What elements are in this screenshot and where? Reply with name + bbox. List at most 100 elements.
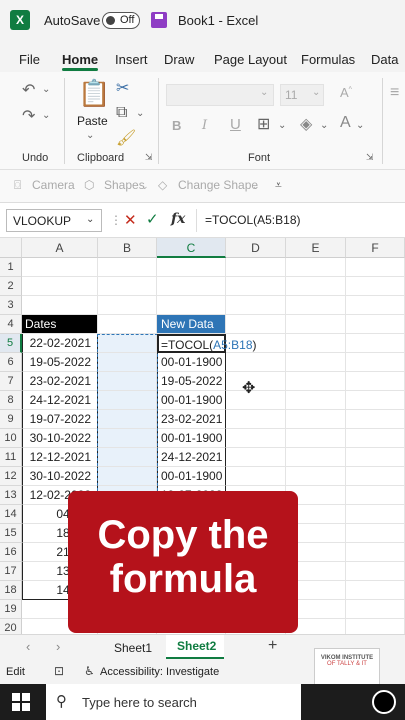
row-header[interactable]: 2 [0,277,22,296]
chevron-down-icon[interactable]: ⌄ [356,120,364,131]
cell-F5[interactable] [346,334,405,353]
chevron-down-icon[interactable]: ⌄ [42,110,50,121]
cell-B7[interactable] [98,372,157,391]
row-header[interactable]: 11 [0,448,22,467]
row-header[interactable]: 13 [0,486,22,505]
column-header[interactable]: D [226,238,286,258]
shapes-button[interactable]: Shapes [104,178,145,192]
cortana-icon[interactable] [372,690,396,714]
cell-B5[interactable] [98,334,157,353]
cell-B2[interactable] [98,277,157,296]
cell-F12[interactable] [346,467,405,486]
accessibility-icon[interactable]: ♿ [84,664,95,678]
cell-A9[interactable]: 19-07-2022 [22,410,98,429]
cell-D9[interactable] [226,410,286,429]
row-header[interactable]: 10 [0,429,22,448]
row-header[interactable]: 7 [0,372,22,391]
redo-icon[interactable]: ↷ [22,106,35,126]
format-painter-icon[interactable]: 🖌 [116,128,136,148]
cell-D1[interactable] [226,258,286,277]
formula-input[interactable]: =TOCOL(A5:B18) [196,209,402,232]
cell-E8[interactable] [286,391,346,410]
cell-E6[interactable] [286,353,346,372]
chevron-down-icon[interactable]: ⌄ [141,181,149,192]
cell-B3[interactable] [98,296,157,315]
chevron-down-icon[interactable]: ⌄ [260,87,268,98]
tab-formulas[interactable]: Formulas [301,52,355,67]
macro-record-icon[interactable]: ⊡ [54,664,64,678]
row-header[interactable]: 8 [0,391,22,410]
cell-D3[interactable] [226,296,286,315]
add-sheet-button[interactable]: + [268,637,277,655]
cell-C4[interactable]: New Data [157,315,226,334]
row-header[interactable]: 18 [0,581,22,600]
cell-E10[interactable] [286,429,346,448]
cell-C5[interactable]: =TOCOL(A5:B18) [157,334,257,353]
cell-F17[interactable] [346,562,405,581]
customize-toolbar-icon[interactable]: ⩡ [275,178,282,193]
cell-C9[interactable]: 23-02-2021 [157,410,226,429]
cell-F18[interactable] [346,581,405,600]
cell-A2[interactable] [22,277,98,296]
tab-file[interactable]: File [19,52,40,67]
fill-color-icon[interactable]: ◈ [300,114,312,134]
autosave-toggle[interactable]: Off [102,12,140,29]
cell-F9[interactable] [346,410,405,429]
cell-B9[interactable] [98,410,157,429]
cell-C3[interactable] [157,296,226,315]
camera-icon[interactable]: ⌼ [14,178,21,193]
cell-D8[interactable] [226,391,286,410]
accessibility-status[interactable]: Accessibility: Investigate [100,666,219,678]
cell-A3[interactable] [22,296,98,315]
insert-function-icon[interactable]: fx [171,211,185,227]
windows-start-icon[interactable] [12,693,30,711]
row-header[interactable]: 5 [0,334,22,353]
cell-A5[interactable]: 22-02-2021 [22,334,98,353]
paste-icon[interactable]: 📋 [78,78,110,109]
column-header-active[interactable]: C [157,238,226,258]
cell-B10[interactable] [98,429,157,448]
sheet-tab-sheet1[interactable]: Sheet1 [114,641,152,655]
more-options-icon[interactable]: ⋮ [110,213,122,227]
italic-button[interactable]: I [202,118,207,133]
cell-A11[interactable]: 12-12-2021 [22,448,98,467]
tab-insert[interactable]: Insert [115,52,148,67]
change-shape-icon[interactable]: ◇ [158,178,167,192]
cell-B8[interactable] [98,391,157,410]
column-header[interactable]: E [286,238,346,258]
paste-button-label[interactable]: Paste [77,114,108,128]
row-header[interactable]: 16 [0,543,22,562]
next-sheet-icon[interactable]: › [56,639,60,654]
underline-icon[interactable]: U [230,116,241,133]
tab-page-layout[interactable]: Page Layout [214,52,287,67]
cell-D7[interactable] [226,372,286,391]
chevron-down-icon[interactable]: ⌄ [86,130,94,141]
cell-F15[interactable] [346,524,405,543]
font-color-icon[interactable]: A [340,114,351,132]
cell-A1[interactable] [22,258,98,277]
chevron-down-icon[interactable]: ⌄ [42,84,50,95]
dialog-launcher-icon[interactable]: ⇲ [366,152,374,163]
cell-A4[interactable]: Dates [22,315,98,334]
cell-F6[interactable] [346,353,405,372]
row-header[interactable]: 1 [0,258,22,277]
cell-F2[interactable] [346,277,405,296]
cell-C2[interactable] [157,277,226,296]
cell-D10[interactable] [226,429,286,448]
column-header[interactable]: A [22,238,98,258]
row-header[interactable]: 14 [0,505,22,524]
row-header[interactable]: 9 [0,410,22,429]
cell-A7[interactable]: 23-02-2021 [22,372,98,391]
cell-A6[interactable]: 19-05-2022 [22,353,98,372]
cell-F16[interactable] [346,543,405,562]
cell-C10[interactable]: 00-01-1900 [157,429,226,448]
cell-F7[interactable] [346,372,405,391]
column-header[interactable]: B [98,238,157,258]
chevron-down-icon[interactable]: ⌄ [86,214,94,225]
increase-font-icon[interactable]: A^ [340,85,352,100]
cell-D12[interactable] [226,467,286,486]
cell-B12[interactable] [98,467,157,486]
cell-F14[interactable] [346,505,405,524]
chevron-down-icon[interactable]: ⌄ [312,87,320,98]
cell-A8[interactable]: 24-12-2021 [22,391,98,410]
